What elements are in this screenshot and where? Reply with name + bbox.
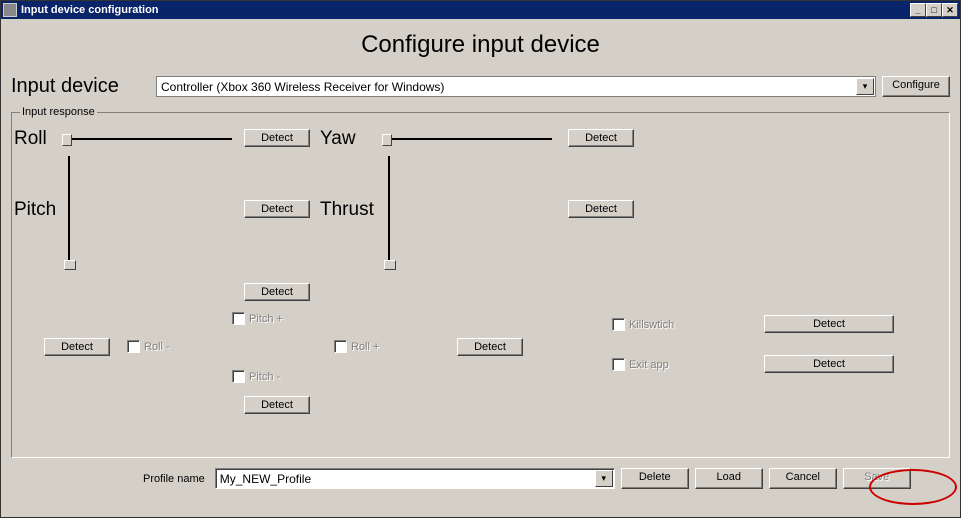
pitch-minus-checkbox-box[interactable]: [232, 370, 245, 383]
configure-button[interactable]: Configure: [882, 76, 950, 97]
yaw-detect-button[interactable]: Detect: [568, 129, 634, 147]
roll-plus-detect-button[interactable]: Detect: [457, 338, 523, 356]
client-area: Configure input device Input device Cont…: [1, 19, 960, 517]
thrust-slider-thumb[interactable]: [384, 260, 396, 270]
exit-app-checkbox[interactable]: Exit app: [612, 358, 669, 371]
app-icon: [3, 3, 17, 17]
pitch-slider[interactable]: [62, 150, 76, 270]
roll-slider-thumb[interactable]: [62, 134, 72, 146]
roll-detect-button[interactable]: Detect: [244, 129, 310, 147]
killswitch-detect-button[interactable]: Detect: [764, 315, 894, 333]
maximize-button[interactable]: □: [926, 3, 942, 17]
roll-plus-label: Roll +: [351, 341, 379, 353]
roll-slider[interactable]: [62, 132, 238, 146]
roll-minus-checkbox[interactable]: Roll -: [127, 340, 170, 353]
profile-name-combo[interactable]: My_NEW_Profile: [215, 468, 615, 489]
roll-plus-checkbox[interactable]: Roll +: [334, 340, 379, 353]
delete-button[interactable]: Delete: [621, 468, 689, 489]
input-device-label: Input device: [11, 75, 156, 98]
cancel-button[interactable]: Cancel: [769, 468, 837, 489]
input-device-selected: Controller (Xbox 360 Wireless Receiver f…: [161, 80, 444, 94]
pitch-minus-checkbox[interactable]: Pitch -: [232, 370, 280, 383]
yaw-label: Yaw: [320, 128, 356, 150]
pitch-label: Pitch: [14, 199, 56, 221]
window-title: Input device configuration: [21, 4, 910, 16]
pitch-slider-track: [68, 156, 70, 264]
yaw-slider-thumb[interactable]: [382, 134, 392, 146]
killswitch-label: Killswtich: [629, 319, 674, 331]
killswitch-checkbox-box[interactable]: [612, 318, 625, 331]
pitch-minus-label: Pitch -: [249, 371, 280, 383]
killswitch-checkbox[interactable]: Killswtich: [612, 318, 674, 331]
save-button[interactable]: Save: [843, 468, 911, 489]
roll-minus-checkbox-box[interactable]: [127, 340, 140, 353]
thrust-label: Thrust: [320, 199, 374, 221]
titlebar: Input device configuration _ □ ✕: [1, 1, 960, 19]
pitch-plus-checkbox-box[interactable]: [232, 312, 245, 325]
pitch-detect-button[interactable]: Detect: [244, 200, 310, 218]
roll-minus-detect-button[interactable]: Detect: [44, 338, 110, 356]
profile-name-value: My_NEW_Profile: [220, 472, 311, 486]
thrust-slider-track: [388, 156, 390, 264]
roll-slider-track: [68, 138, 232, 140]
roll-label: Roll: [14, 128, 47, 150]
exit-app-detect-button[interactable]: Detect: [764, 355, 894, 373]
input-response-legend: Input response: [20, 106, 97, 118]
pitch-plus-checkbox[interactable]: Pitch +: [232, 312, 283, 325]
window: Input device configuration _ □ ✕ Configu…: [0, 0, 961, 518]
pitch-plus-detect-button[interactable]: Detect: [244, 283, 310, 301]
exit-app-checkbox-box[interactable]: [612, 358, 625, 371]
close-button[interactable]: ✕: [942, 3, 958, 17]
input-device-select[interactable]: Controller (Xbox 360 Wireless Receiver f…: [156, 76, 876, 97]
pitch-minus-detect-button[interactable]: Detect: [244, 396, 310, 414]
thrust-slider[interactable]: [382, 150, 396, 270]
roll-minus-label: Roll -: [144, 341, 170, 353]
yaw-slider-track: [388, 138, 552, 140]
exit-app-label: Exit app: [629, 359, 669, 371]
minimize-button[interactable]: _: [910, 3, 926, 17]
device-row: Input device Controller (Xbox 360 Wirele…: [11, 75, 950, 98]
pitch-plus-label: Pitch +: [249, 313, 283, 325]
bottom-row: Profile name My_NEW_Profile Delete Load …: [11, 468, 950, 489]
pitch-slider-thumb[interactable]: [64, 260, 76, 270]
input-response-fieldset: Input response Roll Detect Yaw Detect Pi…: [11, 106, 950, 458]
load-button[interactable]: Load: [695, 468, 763, 489]
yaw-slider[interactable]: [382, 132, 558, 146]
titlebar-buttons: _ □ ✕: [910, 3, 958, 17]
roll-plus-checkbox-box[interactable]: [334, 340, 347, 353]
page-title: Configure input device: [11, 31, 950, 59]
profile-name-label: Profile name: [143, 473, 205, 485]
thrust-detect-button[interactable]: Detect: [568, 200, 634, 218]
